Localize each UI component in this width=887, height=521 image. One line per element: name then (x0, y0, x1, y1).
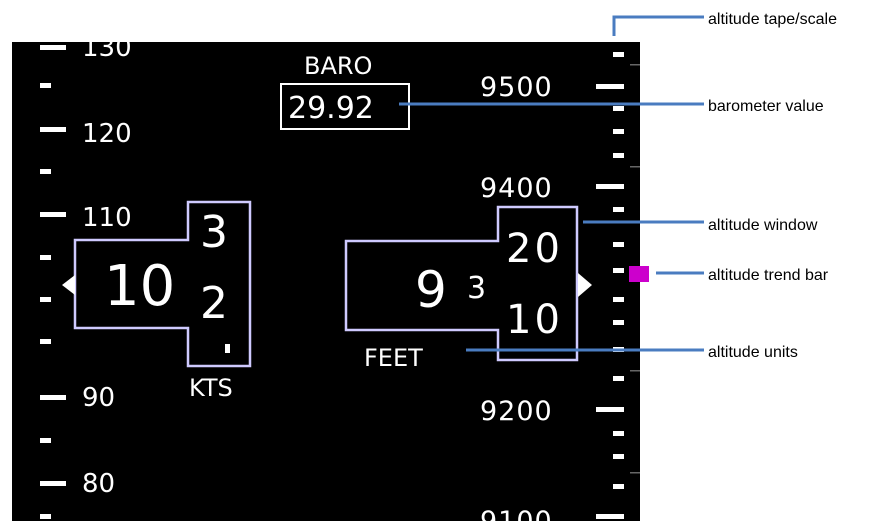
callout-label-altitude-tape: altitude tape/scale (708, 11, 837, 28)
altitude-trend-bar (629, 266, 649, 282)
altitude-minor-tick (613, 376, 624, 381)
altitude-minor-tick (613, 153, 624, 158)
speed-minor-tick (40, 514, 51, 519)
speed-major-tick (40, 212, 66, 217)
altitude-major-tick (596, 184, 624, 189)
callout-label-altitude-window: altitude window (708, 217, 818, 234)
speed-tape-label: 120 (82, 119, 132, 149)
altitude-minor-tick (613, 242, 624, 247)
speed-minor-tick (40, 438, 51, 443)
altitude-tape-label: 9500 (480, 72, 553, 103)
speed-major-tick (40, 127, 66, 132)
speed-major-tick (40, 45, 66, 50)
altitude-minor-tick (613, 129, 624, 134)
speed-major-tick (40, 481, 66, 486)
altitude-units: FEET (364, 344, 423, 372)
altitude-hundreds-digit: 3 (467, 271, 486, 306)
baro-value: 29.92 (288, 91, 374, 126)
airspeed-main-digits: 10 (104, 254, 175, 319)
altitude-reference-tick (630, 166, 640, 168)
callout-label-trend-bar: altitude trend bar (708, 267, 829, 284)
altitude-minor-tick (613, 320, 624, 325)
altitude-major-tick (596, 514, 624, 519)
speed-minor-tick (40, 339, 51, 344)
altitude-tape-label: 9200 (480, 396, 553, 427)
airspeed-roll-tick (225, 344, 230, 353)
altitude-lower-roll-digits: 10 (506, 297, 563, 343)
altitude-major-tick (596, 84, 624, 89)
altitude-minor-tick (613, 454, 624, 459)
annotated-display-figure: 130 120 110 90 80 10 3 2 KTS BARO 29.92 … (12, 11, 837, 521)
airspeed-upper-roll-digit: 3 (200, 207, 228, 258)
altitude-reference-tick (630, 472, 640, 474)
altitude-minor-tick (613, 431, 624, 436)
altitude-minor-tick (613, 207, 624, 212)
altitude-thousands-digit: 9 (415, 261, 447, 319)
callout-line-altitude-tape (612, 15, 704, 36)
altitude-reference-tick (630, 370, 640, 372)
altitude-minor-tick (613, 297, 624, 302)
speed-minor-tick (40, 255, 51, 260)
altitude-reference-tick (630, 64, 640, 66)
altitude-tape-label: 9400 (480, 173, 553, 204)
altitude-upper-roll-digits: 20 (506, 226, 563, 272)
altitude-minor-tick (613, 106, 624, 111)
callout-label-units: altitude units (708, 344, 798, 361)
speed-major-tick (40, 395, 66, 400)
speed-minor-tick (40, 297, 51, 302)
altitude-minor-tick (613, 52, 624, 57)
altitude-minor-tick (613, 484, 624, 489)
speed-minor-tick (40, 83, 51, 88)
airspeed-units: KTS (189, 374, 233, 402)
speed-tape-label: 130 (82, 33, 132, 63)
altitude-minor-tick (613, 268, 624, 273)
speed-minor-tick (40, 169, 51, 174)
speed-tape-label: 80 (82, 469, 115, 499)
speed-tape-label: 110 (82, 203, 132, 233)
speed-tape-label: 90 (82, 383, 115, 413)
altitude-major-tick (596, 407, 624, 412)
callout-label-baro: barometer value (708, 98, 824, 115)
baro-title: BARO (304, 52, 372, 80)
airspeed-lower-roll-digit: 2 (200, 278, 228, 329)
altitude-tape-label: 9100 (480, 506, 553, 521)
